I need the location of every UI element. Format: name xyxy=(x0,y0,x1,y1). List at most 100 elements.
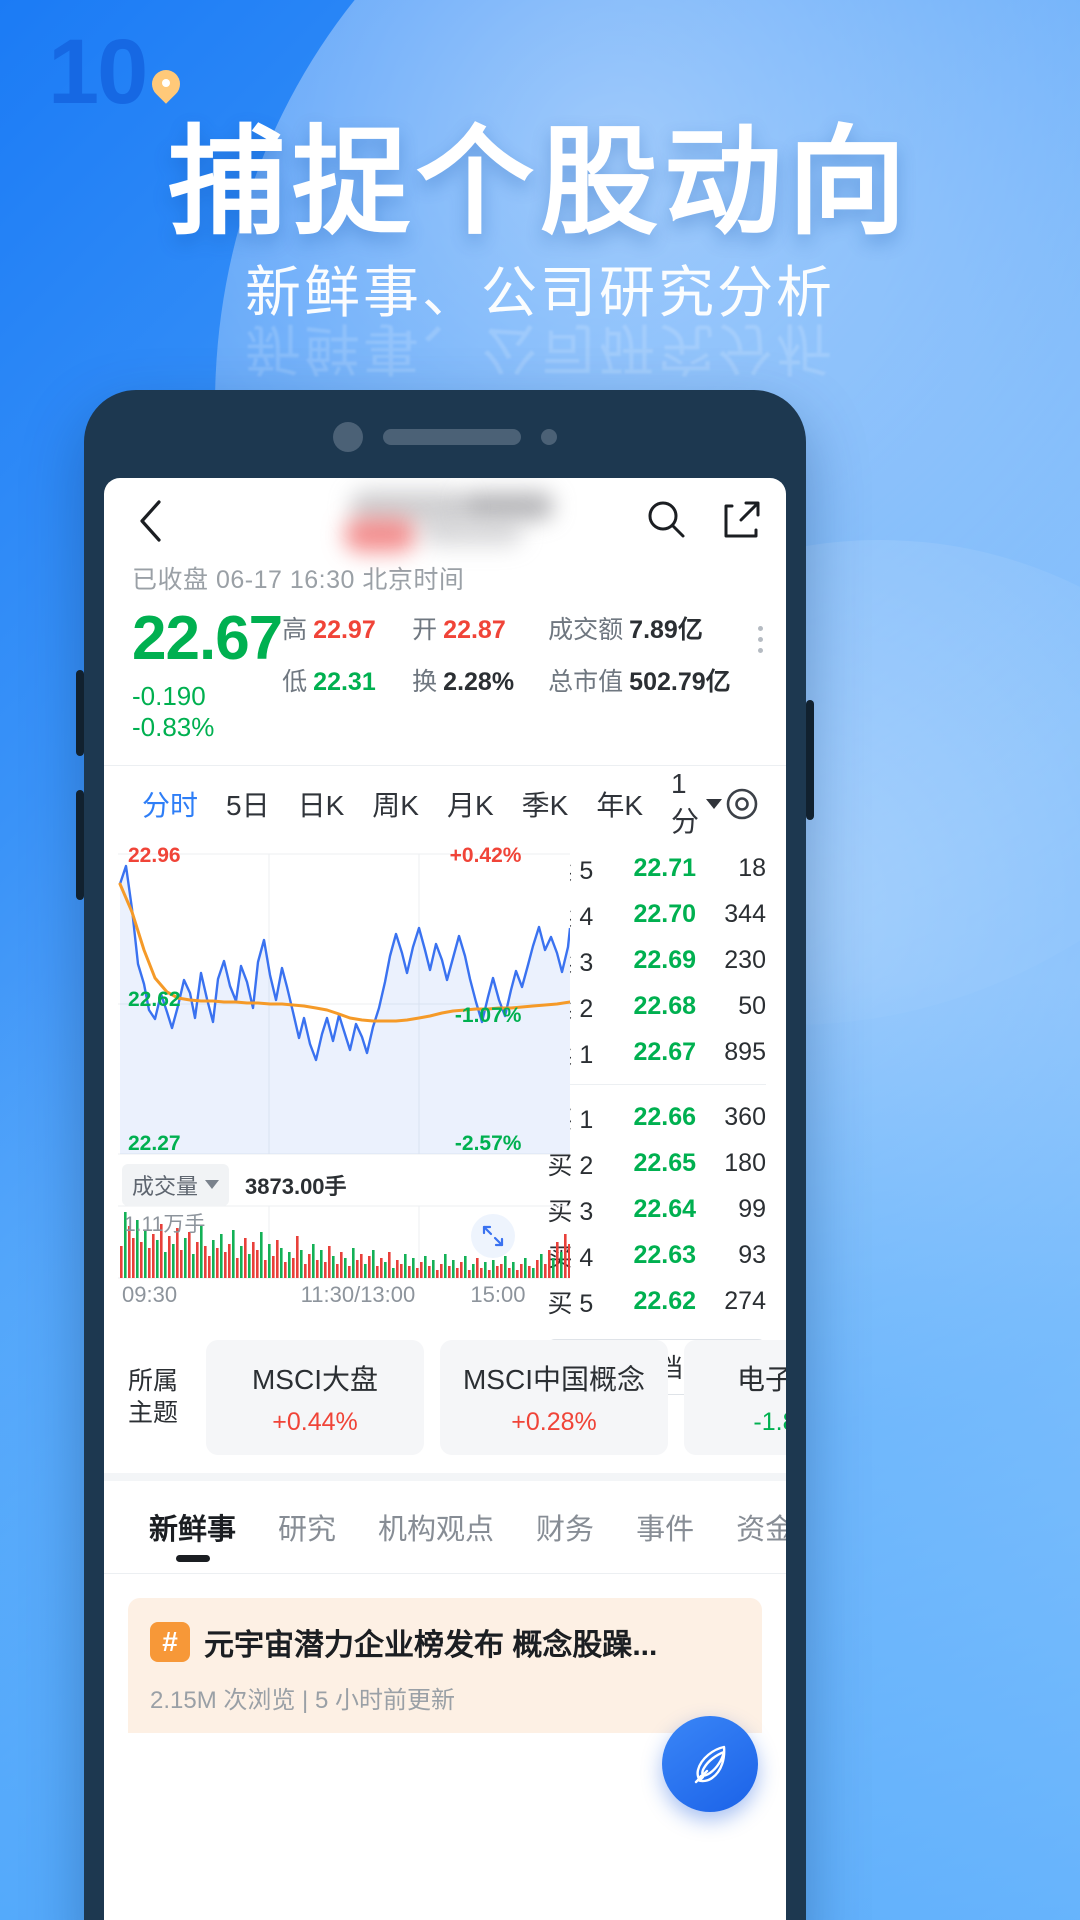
themes-label-line2: 主题 xyxy=(128,1399,179,1428)
speaker-grille xyxy=(383,429,521,445)
chart-tab-weekk[interactable]: 周K xyxy=(358,784,433,824)
order-book-buy-row[interactable]: 买 1 22.66 360 xyxy=(547,1095,766,1141)
order-book-sell-row[interactable]: 卖 4 22.70 344 xyxy=(547,892,766,938)
level-qty: 93 xyxy=(738,1241,766,1270)
search-icon xyxy=(648,501,685,537)
level-qty: 180 xyxy=(724,1149,766,1178)
level-qty: 99 xyxy=(738,1195,766,1224)
chart-label-pct-low: -2.57% xyxy=(454,1131,522,1155)
intraday-chart[interactable]: 22.96 +0.42% 22.62 -1.07% 22.27 -2.57% 成… xyxy=(104,842,570,1322)
chart-period-value: 1分 xyxy=(671,767,700,837)
order-book-buy-row[interactable]: 买 5 22.62 274 xyxy=(547,1279,766,1325)
more-vertical-icon xyxy=(758,637,764,642)
level-price: 22.64 xyxy=(633,1195,696,1224)
theme-card[interactable]: 电子竞技 -1.84% xyxy=(684,1339,786,1455)
order-book-buy-row[interactable]: 买 4 22.63 93 xyxy=(547,1233,766,1279)
theme-card[interactable]: MSCI中国概念 +0.28% xyxy=(440,1339,668,1455)
more-stats-button[interactable] xyxy=(753,610,768,653)
level-qty: 344 xyxy=(724,900,766,929)
stat-label: 低 xyxy=(282,668,308,696)
level-price: 22.63 xyxy=(633,1241,696,1270)
order-book-buy-row[interactable]: 买 3 22.64 99 xyxy=(547,1187,766,1233)
feather-pen-icon xyxy=(694,1745,726,1784)
stat-market-cap: 总市值 502.79亿 xyxy=(548,662,753,698)
compose-post-button[interactable] xyxy=(662,1716,758,1812)
stat-value: 7.89亿 xyxy=(629,616,703,644)
tab-research[interactable]: 研究 xyxy=(257,1506,357,1548)
logo-text: 10 xyxy=(48,21,148,123)
theme-card[interactable]: MSCI大盘 +0.44% xyxy=(206,1339,424,1455)
share-button[interactable] xyxy=(720,497,762,546)
chevron-down-icon xyxy=(205,1180,220,1190)
news-meta: 2.15M 次浏览 | 5 小时前更新 xyxy=(150,1686,455,1714)
theme-change: +0.28% xyxy=(511,1407,597,1436)
title-blur-chunk xyxy=(422,520,522,546)
volume-header: 成交量 3873.00手 xyxy=(122,1163,347,1206)
promo-headline: 捕捉个股动向 xyxy=(167,117,912,249)
time-tick-open: 09:30 xyxy=(122,1281,178,1307)
chart-settings-button[interactable] xyxy=(722,784,762,824)
camera-icon xyxy=(333,422,363,452)
level-qty: 895 xyxy=(724,1038,766,1067)
news-card[interactable]: # 元宇宙潜力企业榜发布 概念股躁... 2.15M 次浏览 | 5 小时前更新 xyxy=(128,1597,762,1733)
level-price: 22.62 xyxy=(633,1287,696,1316)
news-headline: 元宇宙潜力企业榜发布 概念股躁... xyxy=(204,1628,658,1662)
chart-period-dropdown[interactable]: 1分 xyxy=(657,768,722,840)
promo-subheadline-reflection: 新鲜事、公司研究分析 xyxy=(245,317,835,380)
app-logo: 10 xyxy=(48,26,180,118)
chart-tab-5day[interactable]: 5日 xyxy=(212,784,284,824)
stat-value: 502.79亿 xyxy=(629,668,731,696)
chart-time-axis: 09:30 11:30/13:00 15:00 xyxy=(122,1282,525,1308)
order-book-divider xyxy=(547,1083,766,1085)
level-label: 买 5 xyxy=(547,1289,594,1318)
tab-financials[interactable]: 财务 xyxy=(515,1506,615,1548)
stat-label: 总市值 xyxy=(548,668,624,696)
order-book-sell-row[interactable]: 卖 5 22.71 18 xyxy=(547,846,766,892)
stat-value: 22.31 xyxy=(313,668,376,696)
tab-news[interactable]: 新鲜事 xyxy=(128,1506,257,1548)
level-price: 22.66 xyxy=(633,1103,696,1132)
order-book-sell-row[interactable]: 卖 2 22.68 50 xyxy=(547,984,766,1030)
sensor-dot xyxy=(541,429,557,445)
level-qty: 18 xyxy=(738,854,766,883)
level-qty: 274 xyxy=(724,1287,766,1316)
stock-title-blurred xyxy=(172,486,644,556)
themes-label: 所属 主题 xyxy=(128,1365,190,1430)
stat-label: 高 xyxy=(282,616,308,644)
themes-scroll-list[interactable]: MSCI大盘 +0.44% MSCI中国概念 +0.28% 电子竞技 -1.84… xyxy=(206,1339,786,1455)
time-tick-close: 15:00 xyxy=(470,1281,526,1307)
order-book-sell-row[interactable]: 卖 1 22.67 895 xyxy=(547,1030,766,1076)
last-price: 22.67 xyxy=(132,604,283,673)
level-qty: 230 xyxy=(724,946,766,975)
chart-label-mid: 22.62 xyxy=(128,987,181,1011)
level-price: 22.71 xyxy=(633,854,696,883)
theme-change: +0.44% xyxy=(272,1407,358,1436)
phone-screen: 已收盘 06-17 16:30 北京时间 22.67 -0.190 -0.83%… xyxy=(104,478,786,1920)
stat-value: 22.97 xyxy=(313,616,376,644)
tab-funds[interactable]: 资金 xyxy=(715,1506,786,1548)
order-book-sell-row[interactable]: 卖 3 22.69 230 xyxy=(547,938,766,984)
market-status-text: 已收盘 06-17 16:30 北京时间 xyxy=(132,566,465,594)
chart-tab-quarterk[interactable]: 季K xyxy=(508,784,583,824)
theme-name: MSCI大盘 xyxy=(251,1363,378,1395)
order-book-buy-row[interactable]: 买 2 22.65 180 xyxy=(547,1141,766,1187)
stat-label: 换 xyxy=(412,668,438,696)
title-blur-chunk xyxy=(344,518,416,552)
more-vertical-icon xyxy=(758,626,764,631)
chart-tab-monthk[interactable]: 月K xyxy=(433,784,508,824)
phone-notch xyxy=(84,422,806,452)
stat-turnover-rate: 换 2.28% xyxy=(412,662,548,698)
level-price: 22.68 xyxy=(633,992,696,1021)
themes-label-line1: 所属 xyxy=(128,1366,179,1395)
chart-tab-fenshi[interactable]: 分时 xyxy=(128,784,212,824)
search-button[interactable] xyxy=(644,497,688,546)
chart-tab-dayk[interactable]: 日K xyxy=(284,784,359,824)
chart-tab-yeark[interactable]: 年K xyxy=(582,784,657,824)
volume-scale-label: 1.11万手 xyxy=(124,1212,206,1236)
stat-value: 22.87 xyxy=(443,616,506,644)
volume-indicator-dropdown[interactable]: 成交量 xyxy=(122,1163,230,1206)
back-button[interactable] xyxy=(128,499,172,543)
stat-column-2: 开 22.87 换 2.28% xyxy=(412,610,548,698)
tab-institution-view[interactable]: 机构观点 xyxy=(357,1506,515,1548)
tab-events[interactable]: 事件 xyxy=(615,1506,715,1548)
